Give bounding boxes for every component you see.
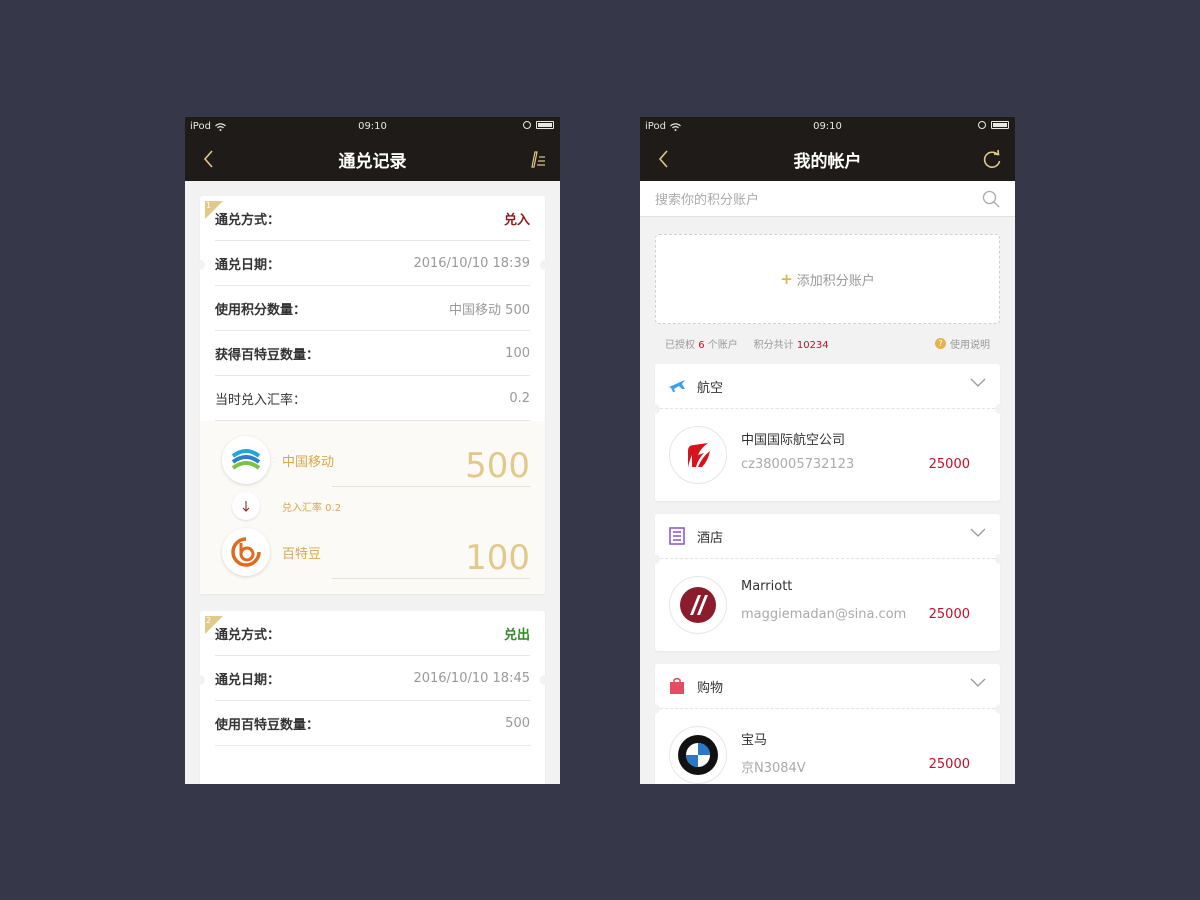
nav-bar: 我的帐户: [640, 137, 1015, 181]
record-index-badge: 2: [205, 616, 223, 634]
rotation-lock-icon: [523, 121, 531, 129]
status-bar: iPod 09:10: [185, 117, 560, 137]
my-accounts-screen: iPod 09:10 我的帐户 搜索你的积分账户 + 添加积分账户 已授权 6 …: [640, 117, 1015, 784]
record-row: 通兑方式： 兑出: [215, 611, 530, 656]
search-icon[interactable]: [982, 190, 1000, 208]
search-input[interactable]: 搜索你的积分账户: [655, 189, 759, 208]
record-row: 通兑日期： 2016/10/10 18:45: [215, 656, 530, 701]
records-list[interactable]: 1 通兑方式： 兑入 通兑日期： 2016/10/10 18:39 使用积分数量：中…: [185, 181, 560, 784]
category-card-airline: 航空 中国国际航空公司 cz380005732123 25000: [650, 364, 1005, 501]
account-name: 宝马: [741, 733, 768, 748]
nav-bar: 通兑记录: [185, 137, 560, 181]
account-name: 中国国际航空公司: [741, 433, 846, 448]
status-bar: iPod 09:10: [640, 117, 1015, 137]
marriott-logo: [669, 576, 727, 634]
china-mobile-logo: [222, 436, 270, 484]
record-row: 当时兑入汇率： 0.2: [215, 376, 530, 421]
account-item[interactable]: Marriott maggiemadan@sina.com 25000: [655, 559, 1000, 651]
account-name: Marriott: [741, 579, 793, 594]
exchange-rate-label: 兑入汇率 0.2: [282, 502, 342, 514]
chevron-down-icon[interactable]: [970, 528, 986, 538]
baitedou-logo: [222, 528, 270, 576]
status-time: 09:10: [358, 121, 387, 132]
category-header[interactable]: 酒店: [655, 514, 1000, 559]
account-points: 25000: [928, 607, 970, 622]
ticket-notch: [195, 260, 205, 270]
plus-icon: +: [780, 270, 793, 288]
account-item[interactable]: 宝马 京N3084V 25000: [655, 709, 1000, 784]
record-row: 获得百特豆数量： 100: [215, 331, 530, 376]
shopping-bag-icon: [670, 677, 684, 694]
exchange-type-in: 兑入: [503, 212, 530, 228]
exchange-detail: 中国移动 500 兑入汇率 0.2 百特豆 100: [200, 421, 545, 594]
edit-list-icon[interactable]: [526, 148, 548, 170]
exchange-type-out: 兑出: [503, 627, 530, 643]
account-item[interactable]: 中国国际航空公司 cz380005732123 25000: [655, 409, 1000, 501]
air-china-logo: [669, 426, 727, 484]
down-arrow-icon: [232, 492, 260, 520]
bmw-logo: [669, 726, 727, 784]
chevron-down-icon[interactable]: [970, 678, 986, 688]
refresh-icon[interactable]: [981, 148, 1003, 170]
category-header[interactable]: 购物: [655, 664, 1000, 709]
record-row: 通兑方式： 兑入: [215, 196, 530, 241]
status-time: 09:10: [813, 121, 842, 132]
ticket-notch: [195, 675, 205, 685]
account-id: maggiemadan@sina.com: [741, 607, 907, 622]
exchange-records-screen: iPod 09:10 通兑记录 1 通兑方式： 兑入 通兑日期： 2016/10/1…: [185, 117, 560, 784]
question-icon: ?: [935, 338, 946, 349]
back-chevron-icon[interactable]: [654, 149, 674, 169]
account-summary: 已授权 6 个账户 积分共计 10234 ? 使用说明: [665, 336, 990, 351]
category-card-shopping: 购物 宝马 京N3084V 25000: [650, 664, 1005, 784]
record-card: 2 通兑方式： 兑出 通兑日期： 2016/10/10 18:45 使用百特豆数量：…: [195, 611, 550, 784]
hotel-icon: [669, 527, 685, 545]
add-account-label: 添加积分账户: [796, 273, 875, 289]
search-bar[interactable]: 搜索你的积分账户: [640, 181, 1015, 217]
record-row: [215, 746, 530, 784]
category-card-hotel: 酒店 Marriott maggiemadan@sina.com 25000: [650, 514, 1005, 651]
from-amount: 500: [332, 445, 530, 487]
rotation-lock-icon: [978, 121, 986, 129]
authorized-count: 6: [698, 340, 705, 351]
record-index-badge: 1: [205, 201, 223, 219]
page-title: 我的帐户: [793, 151, 862, 172]
account-points: 25000: [928, 757, 970, 772]
plane-icon: [669, 380, 685, 392]
help-link[interactable]: ? 使用说明: [935, 336, 990, 351]
page-title: 通兑记录: [338, 151, 407, 172]
ticket-notch: [540, 260, 550, 270]
ticket-notch: [540, 675, 550, 685]
account-points: 25000: [928, 457, 970, 472]
chevron-down-icon[interactable]: [970, 378, 986, 388]
back-chevron-icon[interactable]: [199, 149, 219, 169]
record-row: 使用积分数量： 中国移动 500: [215, 286, 530, 331]
battery-icon: [991, 121, 1009, 129]
record-row: 通兑日期： 2016/10/10 18:39: [215, 241, 530, 286]
account-id: cz380005732123: [741, 457, 855, 472]
category-header[interactable]: 航空: [655, 364, 1000, 409]
to-amount: 100: [332, 537, 530, 579]
total-points: 10234: [796, 340, 829, 351]
account-id: 京N3084V: [741, 761, 806, 776]
add-account-button[interactable]: + 添加积分账户: [655, 234, 1000, 324]
battery-icon: [536, 121, 554, 129]
record-card: 1 通兑方式： 兑入 通兑日期： 2016/10/10 18:39 使用积分数量：中…: [195, 196, 550, 594]
record-row: 使用百特豆数量： 500: [215, 701, 530, 746]
